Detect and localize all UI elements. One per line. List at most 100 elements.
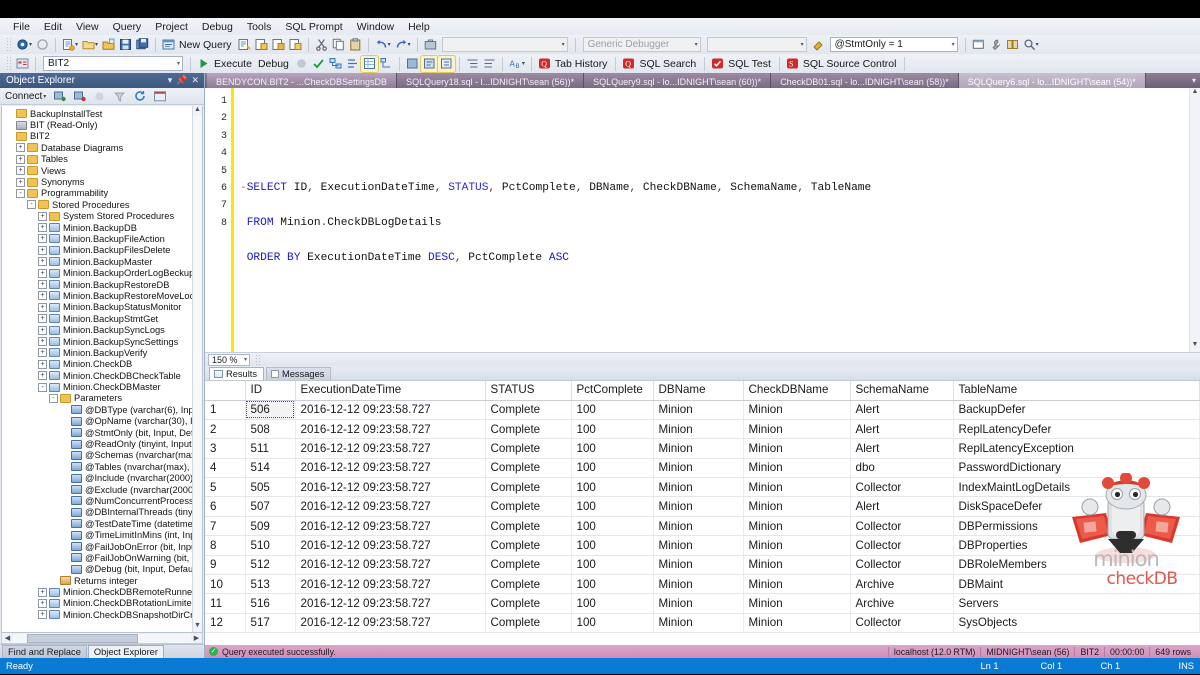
tree-node[interactable]: @Exclude (nvarchar(2000), Input, D... — [2, 484, 192, 495]
cell-schemaname[interactable]: Collector — [850, 535, 954, 556]
toolbar-combo-3[interactable]: ▾ — [706, 37, 807, 52]
table-row[interactable]: 9 512 2016-12-12 09:23:58.727 Complete 100 Mi… — [205, 555, 1200, 576]
increase-indent-icon[interactable] — [464, 56, 481, 72]
row-number[interactable]: 6 — [205, 496, 246, 517]
tree-node[interactable]: + Minion.CheckDB — [2, 359, 192, 370]
expand-icon[interactable]: + — [16, 177, 25, 187]
results-grid-container[interactable]: ID ExecutionDateTime STATUS PctComplete DBNa… — [205, 380, 1200, 645]
cell-pctcomplete[interactable]: 100 — [571, 400, 654, 420]
expand-icon[interactable]: + — [16, 154, 25, 164]
editor-vertical-scrollbar[interactable]: ▲ ▼ — [1189, 88, 1200, 352]
cell-pctcomplete[interactable]: 100 — [571, 613, 654, 634]
cell-tablename[interactable]: BackupDefer — [953, 400, 1200, 420]
connect-object-explorer-icon[interactable] — [51, 88, 68, 104]
menu-view[interactable]: View — [69, 19, 106, 35]
expand-icon[interactable]: + — [16, 143, 25, 153]
connect-button-label[interactable]: Connect — [5, 91, 42, 102]
menu-tools[interactable]: Tools — [240, 19, 279, 35]
row-number[interactable]: 1 — [205, 400, 246, 420]
refresh-icon[interactable] — [131, 88, 148, 104]
analysis-services-xmla-query-icon[interactable] — [287, 37, 304, 53]
expand-icon[interactable]: + — [38, 359, 47, 369]
row-number[interactable]: 9 — [205, 555, 246, 576]
tree-node[interactable]: BIT (Read-Only) — [2, 119, 192, 130]
column-header[interactable]: SchemaName — [850, 381, 954, 401]
cell-checkdbname[interactable]: Minion — [743, 496, 851, 517]
cell-dbname[interactable]: Minion — [653, 477, 744, 498]
cell-executiondatetime[interactable]: 2016-12-12 09:23:58.727 — [295, 400, 486, 420]
row-number[interactable]: 3 — [205, 438, 246, 459]
expand-icon[interactable]: + — [38, 280, 47, 290]
cell-pctcomplete[interactable]: 100 — [571, 593, 654, 614]
open-folder-icon[interactable] — [100, 37, 117, 53]
scroll-right-arrow-icon[interactable]: ▶ — [191, 634, 202, 642]
cell-executiondatetime[interactable]: 2016-12-12 09:23:58.727 — [295, 477, 486, 498]
cell-executiondatetime[interactable]: 2016-12-12 09:23:58.727 — [295, 555, 486, 576]
tree-node[interactable]: @DBInternalThreads (tinyint, Input,... — [2, 507, 192, 518]
cell-executiondatetime[interactable]: 2016-12-12 09:23:58.727 — [295, 593, 486, 614]
tree-node[interactable]: @NumConcurrentProcesses (tinyin... — [2, 495, 192, 506]
menu-debug[interactable]: Debug — [195, 19, 240, 35]
database-engine-query-icon[interactable] — [236, 37, 253, 53]
cell-status[interactable]: Complete — [485, 438, 572, 459]
row-number[interactable]: 8 — [205, 535, 246, 556]
parse-check-icon[interactable] — [310, 56, 327, 72]
uncomment-lines-icon[interactable] — [419, 54, 439, 73]
table-row[interactable]: 3 511 2016-12-12 09:23:58.727 Complete 100 Mi… — [205, 438, 1200, 459]
table-row[interactable]: 2 508 2016-12-12 09:23:58.727 Complete 100 Mi… — [205, 419, 1200, 440]
cell-tablename[interactable]: ReplLatencyDefer — [953, 419, 1200, 440]
tree-node[interactable]: + Tables — [2, 154, 192, 165]
tree-node[interactable]: @TimeLimitInMins (int, Input, Defa... — [2, 529, 192, 540]
decrease-indent-icon[interactable] — [436, 54, 456, 73]
cell-id[interactable]: 517 — [245, 613, 296, 634]
cell-pctcomplete[interactable]: 100 — [571, 535, 654, 556]
tools-wrench-icon[interactable] — [987, 37, 1004, 53]
menu-project[interactable]: Project — [148, 19, 195, 35]
table-row[interactable]: 7 509 2016-12-12 09:23:58.727 Complete 100 Mi… — [205, 516, 1200, 537]
cell-pctcomplete[interactable]: 100 — [571, 555, 654, 576]
cell-status[interactable]: Complete — [485, 535, 572, 556]
object-explorer-tree[interactable]: BackupInstallTest BIT (Read-Only) BIT2 + Dat… — [1, 106, 203, 633]
row-number[interactable]: 11 — [205, 593, 246, 614]
expand-icon[interactable]: + — [38, 234, 47, 244]
filter-icon[interactable] — [111, 88, 128, 104]
results-grid-body[interactable]: 1 506 2016-12-12 09:23:58.727 Complete 100 Mi… — [205, 400, 1200, 634]
cell-checkdbname[interactable]: Minion — [743, 458, 851, 479]
database-combo[interactable]: BIT2 ▾ — [43, 56, 183, 71]
sql-search-label[interactable]: SQL Search — [637, 58, 700, 70]
cell-pctcomplete[interactable]: 100 — [571, 458, 654, 479]
cell-id[interactable]: 509 — [245, 516, 296, 537]
cell-executiondatetime[interactable]: 2016-12-12 09:23:58.727 — [295, 516, 486, 537]
tree-node[interactable]: + Minion.CheckDBCheckTable — [2, 370, 192, 381]
tree-node[interactable]: @Debug (bit, Input, Default) — [2, 564, 192, 575]
cell-dbname[interactable]: Minion — [653, 593, 744, 614]
hscroll-thumb[interactable] — [27, 633, 138, 643]
table-row[interactable]: 5 505 2016-12-12 09:23:58.727 Complete 100 Mi… — [205, 477, 1200, 498]
cell-id[interactable]: 508 — [245, 419, 296, 440]
outline-collapse-icon[interactable]: - — [240, 182, 247, 194]
cell-checkdbname[interactable]: Minion — [743, 555, 851, 576]
editor-code-area[interactable]: -SELECT ID, ExecutionDateTime, STATUS, P… — [234, 88, 1200, 352]
cell-pctcomplete[interactable]: 100 — [571, 419, 654, 440]
tree-node[interactable]: + Minion.BackupRestoreMoveLocationsGet — [2, 290, 192, 301]
cell-checkdbname[interactable]: Minion — [743, 438, 851, 459]
tree-node[interactable]: @Tables (nvarchar(max), Input, Def... — [2, 461, 192, 472]
cell-status[interactable]: Complete — [485, 496, 572, 517]
cell-status[interactable]: Complete — [485, 613, 572, 634]
help-book-icon[interactable] — [1004, 37, 1021, 53]
tree-node[interactable]: @Schemas (nvarchar(max), Input, D... — [2, 450, 192, 461]
column-header[interactable]: STATUS — [485, 381, 572, 401]
scroll-track[interactable] — [193, 116, 202, 622]
expand-icon[interactable]: + — [38, 291, 47, 301]
tree-node[interactable]: @OpName (varchar(30), Input, Def... — [2, 416, 192, 427]
table-row[interactable]: 4 514 2016-12-12 09:23:58.727 Complete 100 Mi… — [205, 458, 1200, 479]
cell-dbname[interactable]: Minion — [653, 574, 744, 595]
cell-tablename[interactable]: Servers — [953, 593, 1200, 614]
sql-source-control-label[interactable]: SQL Source Control — [801, 58, 901, 70]
tree-node[interactable]: + Minion.BackupSyncSettings — [2, 336, 192, 347]
save-all-icon[interactable] — [134, 37, 151, 53]
tab-list-dropdown-icon[interactable]: ▾ — [1188, 73, 1200, 88]
cell-dbname[interactable]: Minion — [653, 400, 744, 420]
scroll-up-arrow-icon[interactable]: ▲ — [193, 106, 202, 116]
row-number[interactable]: 2 — [205, 419, 246, 440]
